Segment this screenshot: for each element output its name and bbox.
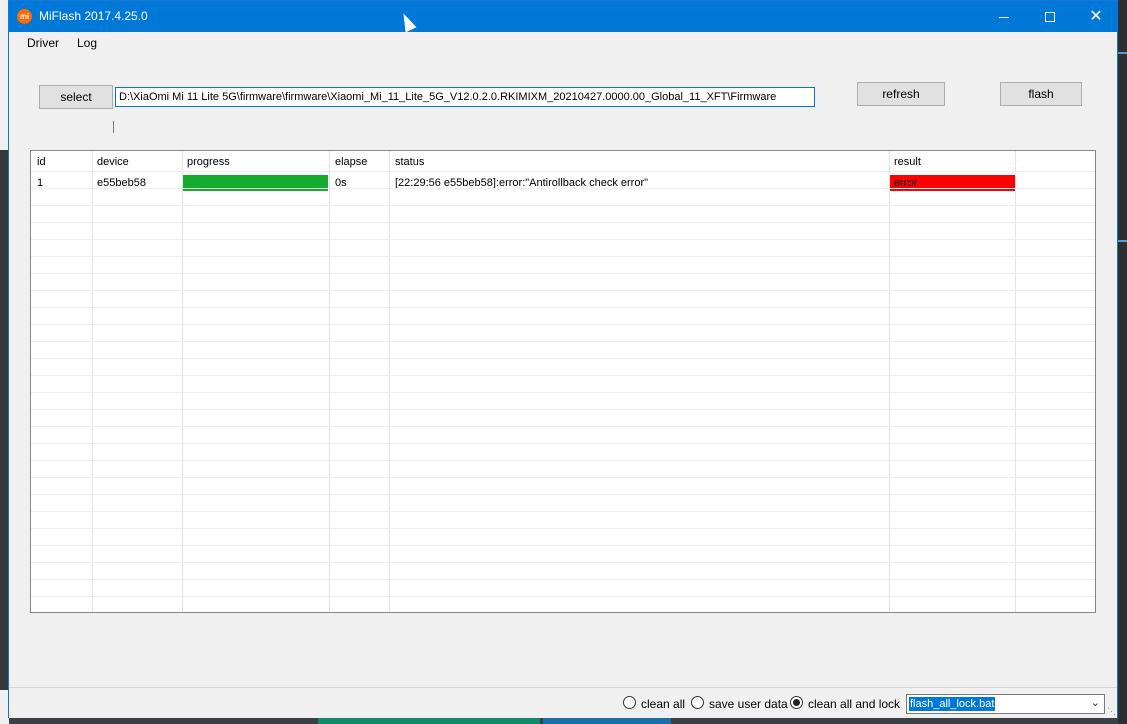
refresh-button[interactable]: refresh — [857, 82, 945, 106]
row-divider — [31, 290, 1095, 291]
row-divider — [31, 409, 1095, 410]
column-header-progress[interactable]: progress — [187, 156, 230, 168]
column-header-elapse[interactable]: elapse — [335, 156, 367, 168]
row-divider — [31, 392, 1095, 393]
row-divider — [31, 188, 1095, 189]
radio-selected-dot — [793, 699, 800, 706]
column-divider — [329, 151, 330, 612]
radio-clean-all-and-lock[interactable] — [790, 696, 803, 709]
row-divider — [31, 273, 1095, 274]
background-stripe — [1118, 240, 1127, 242]
row-divider — [31, 562, 1095, 563]
column-divider — [182, 151, 183, 612]
dropdown-arrow-icon[interactable]: ⌄ — [1091, 696, 1100, 709]
row-divider — [31, 358, 1095, 359]
column-divider — [889, 151, 890, 612]
maximize-button[interactable] — [1027, 1, 1073, 32]
row-divider — [31, 222, 1095, 223]
device-grid[interactable]: id device progress elapse status result … — [30, 150, 1096, 613]
column-header-id[interactable]: id — [37, 156, 46, 168]
background-desktop-right — [1118, 0, 1127, 724]
status-bar: clean all save user data clean all and l… — [9, 687, 1117, 718]
column-divider — [92, 151, 93, 612]
miflash-window: mi MiFlash 2017.4.25.0 ✕ Driver Log sele… — [8, 0, 1118, 718]
mi-logo-icon: mi — [17, 9, 32, 24]
maximize-icon — [1045, 12, 1055, 23]
row-divider — [31, 205, 1095, 206]
row-divider — [31, 528, 1095, 529]
window-title: MiFlash 2017.4.25.0 — [39, 9, 148, 23]
row-divider — [31, 545, 1095, 546]
row-divider — [31, 239, 1095, 240]
column-divider — [1015, 151, 1016, 612]
row-divider — [31, 460, 1095, 461]
row-divider — [31, 426, 1095, 427]
text-caret — [113, 121, 114, 133]
radio-save-user-data-label[interactable]: save user data — [709, 697, 788, 711]
column-header-status[interactable]: status — [395, 156, 424, 168]
background-stripe — [1118, 52, 1127, 54]
row-divider — [31, 511, 1095, 512]
main-panel: select D:\XiaOmi Mi 11 Lite 5G\firmware\… — [9, 54, 1117, 687]
minimize-icon — [999, 16, 1009, 18]
row-divider — [31, 307, 1095, 308]
resize-grip-icon[interactable]: ⋱ — [1107, 706, 1116, 717]
column-divider — [389, 151, 390, 612]
row-divider — [31, 341, 1095, 342]
row-divider — [31, 443, 1095, 444]
row-divider — [31, 324, 1095, 325]
row-divider — [31, 477, 1095, 478]
radio-clean-all[interactable] — [623, 696, 636, 709]
row-divider — [31, 579, 1095, 580]
radio-clean-all-label[interactable]: clean all — [641, 697, 685, 711]
title-bar[interactable]: mi MiFlash 2017.4.25.0 ✕ — [9, 1, 1117, 32]
menu-driver[interactable]: Driver — [27, 36, 59, 50]
menu-bar: Driver Log — [9, 32, 1117, 54]
close-icon: ✕ — [1089, 8, 1103, 25]
row-divider — [31, 256, 1095, 257]
radio-clean-all-and-lock-label[interactable]: clean all and lock — [808, 697, 900, 711]
minimize-button[interactable] — [981, 1, 1027, 32]
select-button[interactable]: select — [39, 85, 113, 109]
flash-button[interactable]: flash — [1000, 82, 1082, 106]
column-header-device[interactable]: device — [97, 156, 129, 168]
row-divider — [31, 171, 1095, 172]
close-button[interactable]: ✕ — [1073, 1, 1119, 32]
script-select[interactable]: flash_all_lock.bat ⌄ — [906, 694, 1105, 714]
column-header-result[interactable]: result — [894, 156, 921, 168]
row-divider — [31, 596, 1095, 597]
row-divider — [31, 375, 1095, 376]
row-divider — [31, 494, 1095, 495]
script-select-value: flash_all_lock.bat — [909, 697, 996, 711]
radio-save-user-data[interactable] — [691, 696, 704, 709]
firmware-path-field[interactable]: D:\XiaOmi Mi 11 Lite 5G\firmware\firmwar… — [115, 87, 815, 107]
menu-log[interactable]: Log — [77, 36, 97, 50]
